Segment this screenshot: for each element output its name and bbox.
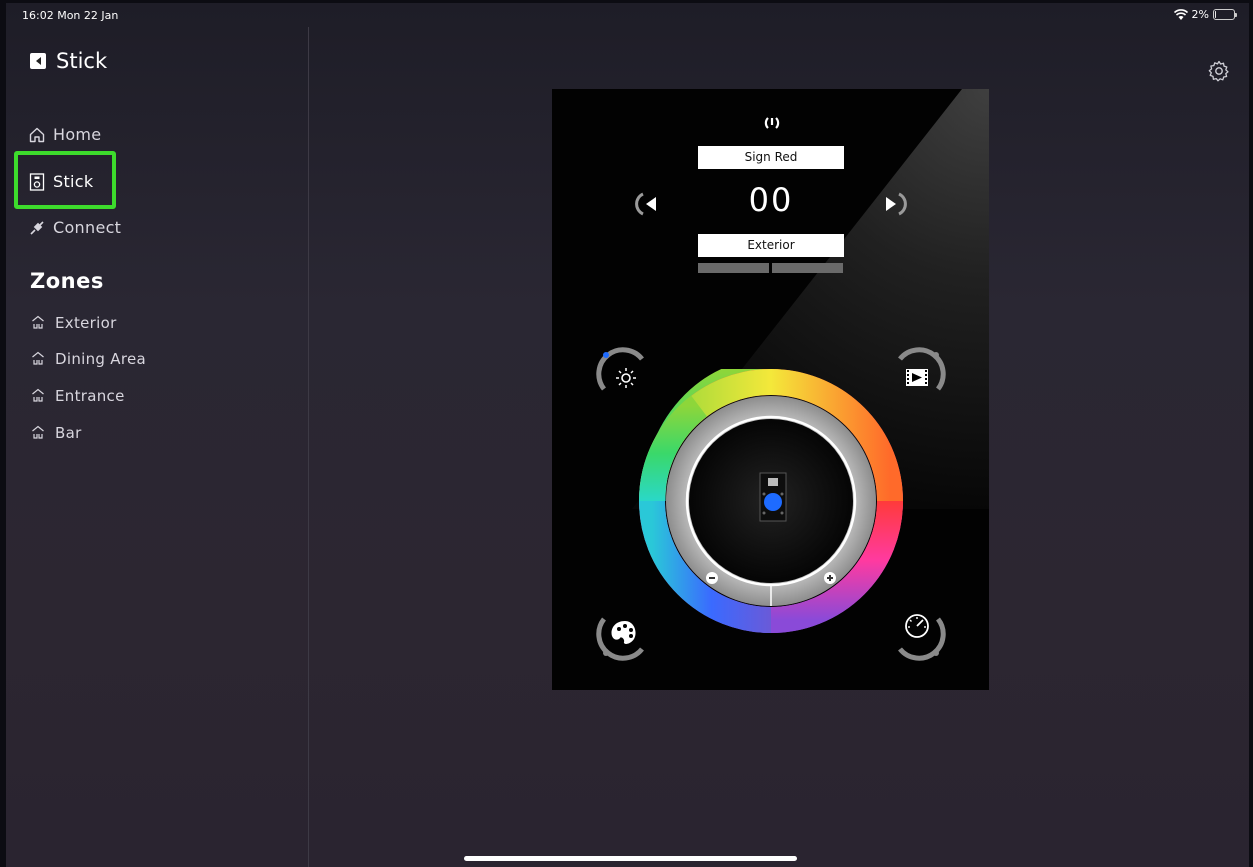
minus-icon[interactable] bbox=[705, 571, 719, 585]
zone-label: Dining Area bbox=[55, 350, 147, 368]
zone-item-entrance[interactable]: Entrance bbox=[30, 387, 125, 405]
nav-home-label: Home bbox=[53, 125, 102, 144]
stick-icon bbox=[28, 172, 46, 191]
zone-label: Entrance bbox=[55, 387, 125, 405]
status-bar: 16:02 Mon 22 Jan 2% bbox=[6, 3, 1249, 27]
nav-stick-label: Stick bbox=[53, 172, 94, 191]
home-indicator bbox=[464, 856, 797, 861]
stick-device-icon bbox=[759, 472, 787, 522]
power-icon[interactable] bbox=[762, 113, 782, 133]
status-right: 2% bbox=[1173, 8, 1237, 21]
sidebar-toggle-icon[interactable] bbox=[30, 53, 46, 69]
zone-icon bbox=[30, 315, 46, 332]
next-icon[interactable] bbox=[880, 190, 908, 218]
scene-number: 00 bbox=[748, 181, 794, 219]
zone-label: Bar bbox=[55, 424, 82, 442]
status-time: 16:02 Mon 22 Jan bbox=[22, 9, 119, 22]
zone-icon bbox=[30, 425, 46, 442]
gear-icon[interactable] bbox=[1207, 59, 1231, 83]
nav-item-home[interactable]: Home bbox=[28, 125, 101, 144]
nav-connect-label: Connect bbox=[53, 218, 122, 237]
ipad-screen: 16:02 Mon 22 Jan 2% Stick Home Stick Con… bbox=[6, 3, 1249, 867]
nav-item-connect[interactable]: Connect bbox=[28, 218, 121, 237]
app-title-text: Stick bbox=[56, 49, 108, 73]
controller-panel: Sign Red 00 Exterior bbox=[552, 89, 989, 690]
zone-item-dining-area[interactable]: Dining Area bbox=[30, 350, 146, 368]
zones-heading: Zones bbox=[30, 269, 104, 293]
level-bars bbox=[698, 263, 843, 273]
zone-icon bbox=[30, 388, 46, 405]
connect-icon bbox=[28, 219, 46, 237]
zone-label: Exterior bbox=[55, 314, 117, 332]
zone-item-bar[interactable]: Bar bbox=[30, 424, 82, 442]
level-bar-right bbox=[772, 263, 843, 273]
app-title: Stick bbox=[30, 49, 107, 73]
prev-icon[interactable] bbox=[634, 190, 662, 218]
plus-icon[interactable] bbox=[823, 571, 837, 585]
home-icon bbox=[28, 126, 46, 144]
nav-item-stick[interactable]: Stick bbox=[28, 172, 93, 191]
zone-icon bbox=[30, 351, 46, 368]
battery-level bbox=[1215, 11, 1216, 18]
zone-item-exterior[interactable]: Exterior bbox=[30, 314, 117, 332]
zone-name-label: Exterior bbox=[698, 234, 844, 257]
level-bar-left bbox=[698, 263, 769, 273]
battery-percent: 2% bbox=[1191, 8, 1209, 21]
battery-icon bbox=[1213, 9, 1237, 20]
sidebar: Stick Home Stick Connect Zones Exterior … bbox=[6, 27, 309, 867]
scene-name-label: Sign Red bbox=[698, 146, 844, 169]
wifi-icon bbox=[1173, 8, 1188, 20]
